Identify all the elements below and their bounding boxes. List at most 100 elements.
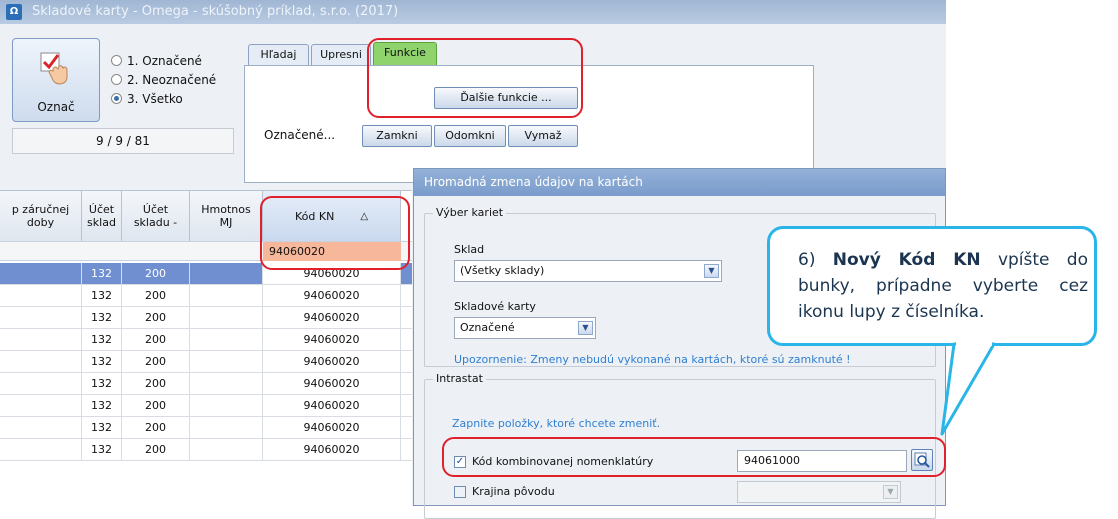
intrastat-hint: Zapnite položky, ktoré chcete zmeniť. bbox=[452, 417, 661, 430]
cell-weight[interactable] bbox=[190, 417, 263, 438]
origin-country-select[interactable]: ▼ bbox=[737, 481, 901, 503]
stock-cards-value: Označené bbox=[460, 321, 515, 334]
lookup-button[interactable] bbox=[911, 449, 933, 471]
cell-account-stock[interactable]: 132 bbox=[82, 351, 122, 372]
cell-warranty[interactable] bbox=[0, 307, 82, 328]
cell-account-stock[interactable]: 132 bbox=[82, 439, 122, 460]
card-selection-legend: Výber kariet bbox=[433, 206, 507, 219]
cell-kn-code[interactable]: 94060020 bbox=[263, 307, 401, 328]
table-row[interactable]: 132 200 94060020 bbox=[0, 329, 412, 351]
cell-account-stock-minus[interactable]: 200 bbox=[122, 417, 190, 438]
tab-refine[interactable]: Upresni bbox=[311, 44, 371, 66]
lock-button[interactable]: Zamkni bbox=[362, 125, 432, 147]
table-row[interactable]: 132 200 94060020 bbox=[0, 307, 412, 329]
callout-text: 6) Nový Kód KN vpíšte do bunky, prípadne… bbox=[798, 250, 1088, 322]
window-title: Skladové karty - Omega - skúšobný príkla… bbox=[32, 4, 399, 19]
mark-button[interactable]: Označ bbox=[12, 38, 100, 122]
origin-country-label: Krajina pôvodu bbox=[472, 485, 555, 498]
cell-account-stock[interactable]: 132 bbox=[82, 329, 122, 350]
cell-kn-code[interactable]: 94060020 bbox=[263, 351, 401, 372]
radio-all[interactable]: 3. Všetko bbox=[111, 92, 183, 106]
cards-table: p záručnej doby Účet sklad Účet skladu -… bbox=[0, 190, 412, 506]
cell-account-stock[interactable]: 132 bbox=[82, 395, 122, 416]
cell-account-stock-minus[interactable]: 200 bbox=[122, 285, 190, 306]
warehouse-value: (Všetky sklady) bbox=[460, 264, 545, 277]
col-header-account-stock-minus[interactable]: Účet skladu - bbox=[122, 191, 190, 241]
cell-account-stock-minus[interactable]: 200 bbox=[122, 329, 190, 350]
table-row[interactable]: 132 200 94060020 bbox=[0, 285, 412, 307]
cell-kn-code[interactable]: 94060020 bbox=[263, 417, 401, 438]
kn-code-header-label: Kód KN bbox=[294, 209, 335, 223]
cell-weight[interactable] bbox=[190, 263, 263, 284]
cell-kn-code[interactable]: 94060020 bbox=[263, 329, 401, 350]
table-row[interactable]: 132 200 94060020 bbox=[0, 395, 412, 417]
cell-weight[interactable] bbox=[190, 439, 263, 460]
cell-account-stock-minus[interactable]: 200 bbox=[122, 351, 190, 372]
cell-warranty[interactable] bbox=[0, 439, 82, 460]
chevron-down-icon: ▼ bbox=[883, 485, 898, 499]
intrastat-legend: Intrastat bbox=[433, 372, 486, 385]
kn-code-checkbox[interactable]: ✓ bbox=[454, 456, 466, 468]
tab-search[interactable]: Hľadaj bbox=[248, 44, 309, 66]
table-row[interactable]: 132 200 94060020 bbox=[0, 417, 412, 439]
origin-country-checkbox[interactable] bbox=[454, 486, 466, 498]
cell-warranty[interactable] bbox=[0, 263, 82, 284]
col-header-weight[interactable]: Hmotnos MJ bbox=[190, 191, 263, 241]
marked-counter: 9 / 9 / 81 bbox=[12, 128, 234, 154]
checkmark-hand-icon bbox=[40, 52, 68, 85]
radio-marked[interactable]: 1. Označené bbox=[111, 54, 202, 68]
sort-asc-icon: △ bbox=[360, 210, 369, 222]
cell-weight[interactable] bbox=[190, 395, 263, 416]
cell-kn-code[interactable]: 94060020 bbox=[263, 439, 401, 460]
col-header-account-stock[interactable]: Účet sklad bbox=[82, 191, 122, 241]
table-row[interactable]: 132 200 94060020 bbox=[0, 373, 412, 395]
warehouse-select[interactable]: (Všetky sklady) ▼ bbox=[454, 260, 722, 282]
cell-account-stock[interactable]: 132 bbox=[82, 417, 122, 438]
radio-dot-selected bbox=[111, 93, 122, 104]
cell-weight[interactable] bbox=[190, 351, 263, 372]
kn-code-input[interactable]: 94061000 bbox=[737, 450, 907, 472]
cell-warranty[interactable] bbox=[0, 373, 82, 394]
cell-kn-code[interactable]: 94060020 bbox=[263, 285, 401, 306]
cell-account-stock-minus[interactable]: 200 bbox=[122, 395, 190, 416]
cell-weight[interactable] bbox=[190, 307, 263, 328]
cell-weight[interactable] bbox=[190, 285, 263, 306]
radio-unmarked[interactable]: 2. Neoznačené bbox=[111, 73, 216, 87]
col-header-warranty[interactable]: p záručnej doby bbox=[0, 191, 82, 241]
callout-pointer bbox=[940, 330, 996, 436]
cell-account-stock-minus[interactable]: 200 bbox=[122, 307, 190, 328]
mark-button-label: Označ bbox=[37, 100, 75, 114]
cell-account-stock[interactable]: 132 bbox=[82, 263, 122, 284]
cell-weight[interactable] bbox=[190, 373, 263, 394]
cell-warranty[interactable] bbox=[0, 395, 82, 416]
col-header-kn-code[interactable]: Kód KN △ bbox=[263, 191, 401, 241]
cell-account-stock[interactable]: 132 bbox=[82, 285, 122, 306]
more-functions-button[interactable]: Ďalšie funkcie ... bbox=[434, 87, 578, 109]
cell-account-stock[interactable]: 132 bbox=[82, 373, 122, 394]
cell-kn-code[interactable]: 94060020 bbox=[263, 373, 401, 394]
cell-account-stock-minus[interactable]: 200 bbox=[122, 439, 190, 460]
filter-kn-code[interactable]: 94060020 bbox=[263, 242, 401, 261]
cell-kn-code[interactable]: 94060020 bbox=[263, 263, 401, 284]
functions-panel bbox=[244, 65, 814, 183]
kn-code-label: Kód kombinovanej nomenklatúry bbox=[472, 455, 654, 468]
cell-weight[interactable] bbox=[190, 329, 263, 350]
cell-warranty[interactable] bbox=[0, 351, 82, 372]
table-row[interactable]: 132 200 94060020 bbox=[0, 351, 412, 373]
cell-warranty[interactable] bbox=[0, 329, 82, 350]
stock-cards-select[interactable]: Označené ▼ bbox=[454, 317, 596, 339]
cell-kn-code[interactable]: 94060020 bbox=[263, 395, 401, 416]
table-row[interactable]: 132 200 94060020 bbox=[0, 263, 412, 285]
unlock-button[interactable]: Odomkni bbox=[434, 125, 506, 147]
cell-account-stock-minus[interactable]: 200 bbox=[122, 373, 190, 394]
radio-dot bbox=[111, 74, 122, 85]
cell-account-stock[interactable]: 132 bbox=[82, 307, 122, 328]
table-row[interactable]: 132 200 94060020 bbox=[0, 439, 412, 461]
cell-warranty[interactable] bbox=[0, 285, 82, 306]
cell-account-stock-minus[interactable]: 200 bbox=[122, 263, 190, 284]
filter-row: 94060020 bbox=[0, 241, 412, 261]
warehouse-label: Sklad bbox=[454, 243, 485, 256]
tab-functions[interactable]: Funkcie bbox=[373, 42, 437, 66]
delete-button[interactable]: Vymaž bbox=[508, 125, 578, 147]
cell-warranty[interactable] bbox=[0, 417, 82, 438]
